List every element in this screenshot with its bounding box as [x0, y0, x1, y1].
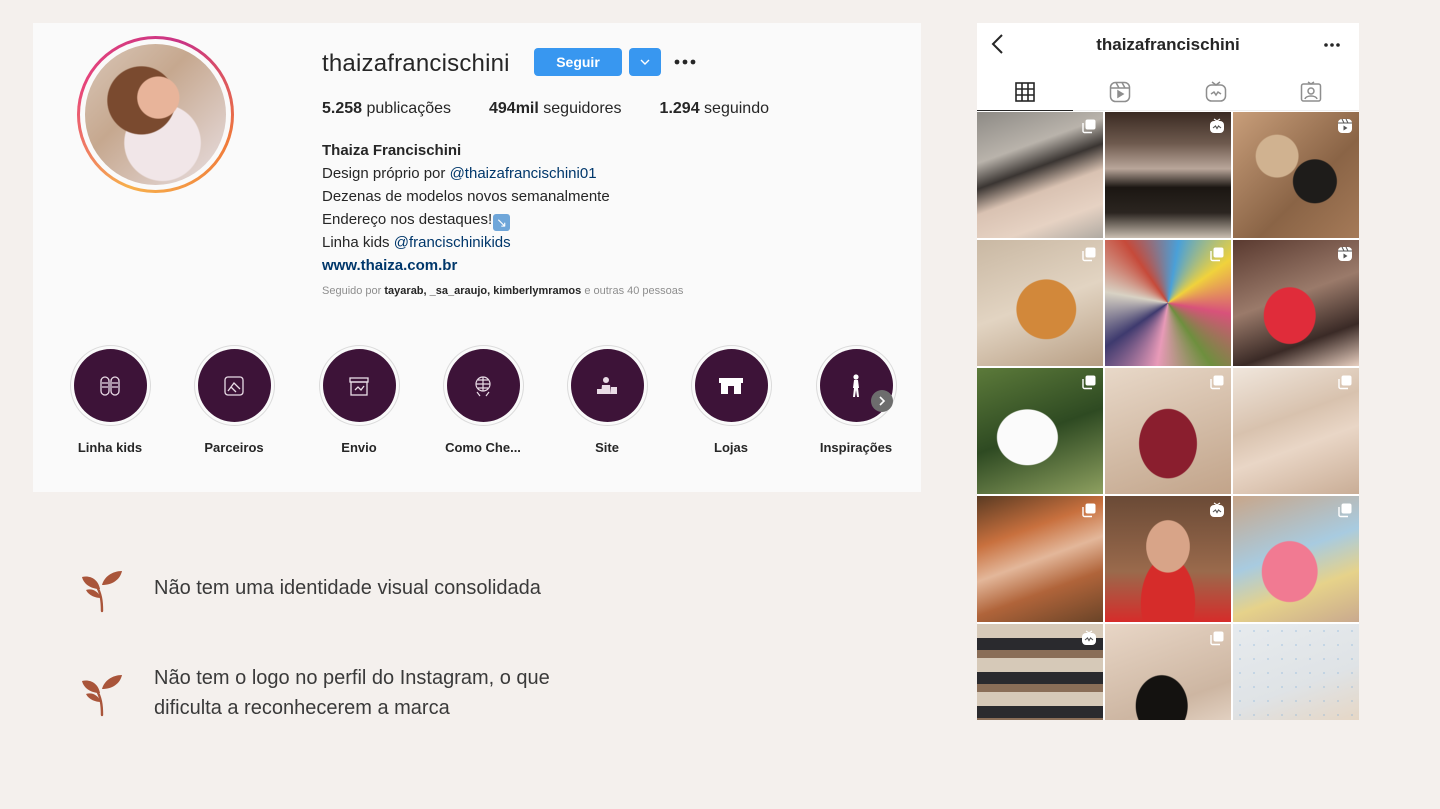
multiple-photos-icon [1209, 374, 1225, 390]
post-tile[interactable] [1233, 240, 1359, 366]
globe-icon [475, 375, 491, 396]
highlight-label: Linha kids [77, 440, 143, 455]
post-tile[interactable] [1105, 496, 1231, 622]
tab-tagged[interactable] [1263, 73, 1359, 111]
followed-by-text[interactable]: Seguido por tayarab, _sa_araujo, kimberl… [322, 285, 683, 297]
post-tile[interactable] [1233, 368, 1359, 494]
post-tile[interactable] [1233, 496, 1359, 622]
bio-line: Linha kids @francischinikids [322, 234, 511, 251]
ellipsis-icon[interactable] [1321, 35, 1343, 55]
bio-line: Endereço nos destaques! ↘ [322, 208, 610, 231]
post-tile[interactable] [977, 240, 1103, 366]
multiple-photos-icon [1209, 246, 1225, 262]
profile-avatar-story-ring[interactable] [77, 36, 234, 193]
highlight-label: Como Che... [445, 440, 521, 455]
suggested-accounts-button[interactable] [629, 48, 661, 76]
tab-reels[interactable] [1072, 73, 1168, 111]
shopper-icon [597, 376, 617, 394]
note-item: Não tem o logo no perfil do Instagram, o… [78, 667, 574, 723]
highlight-label: Parceiros [204, 440, 264, 455]
reels-icon [1110, 81, 1131, 102]
chevron-right-icon [879, 396, 886, 406]
igtv-icon [1081, 630, 1097, 646]
reels-icon [1337, 118, 1353, 134]
avatar [85, 44, 226, 185]
profile-bio: Thaiza Francischini Design próprio por @… [322, 139, 610, 277]
tab-posts[interactable] [977, 73, 1073, 111]
more-options-button[interactable] [673, 49, 697, 75]
sandals-icon [100, 375, 120, 396]
arrow-down-right-emoji-icon: ↘ [493, 214, 511, 231]
sprout-icon [82, 675, 122, 717]
multiple-photos-icon [1081, 502, 1097, 518]
highlight-site[interactable]: Site [557, 345, 657, 455]
highlight-linha-kids[interactable]: Linha kids [60, 345, 160, 455]
post-tile[interactable] [1233, 624, 1359, 720]
post-tile[interactable] [1105, 624, 1231, 720]
post-tile[interactable] [1233, 112, 1359, 238]
posts-grid [977, 112, 1359, 720]
multiple-photos-icon [1337, 502, 1353, 518]
tagged-icon [1301, 80, 1322, 102]
mention-link[interactable]: @francischinikids [394, 234, 511, 251]
multiple-photos-icon [1209, 630, 1225, 646]
following-count[interactable]: 1.294 seguindo [660, 100, 769, 118]
mobile-header: thaizafrancischini [977, 23, 1359, 67]
highlight-como-chegar[interactable]: Como Che... [433, 345, 533, 455]
note-item: Não tem uma identidade visual consolidad… [78, 565, 574, 613]
post-tile[interactable] [1105, 112, 1231, 238]
tab-igtv[interactable] [1168, 73, 1264, 111]
sprout-icon [82, 571, 122, 613]
post-tile[interactable] [977, 112, 1103, 238]
grid-icon [1014, 81, 1035, 102]
post-tile[interactable] [1105, 240, 1231, 366]
igtv-icon [1209, 118, 1225, 134]
multiple-photos-icon [1337, 374, 1353, 390]
post-tile[interactable] [977, 368, 1103, 494]
multiple-photos-icon [1081, 118, 1097, 134]
profile-username: thaizafrancischini [322, 50, 510, 77]
follow-button[interactable]: Seguir [534, 48, 622, 76]
bio-line: Design próprio por @thaizafrancischini01 [322, 165, 597, 182]
highlight-label: Lojas [714, 440, 748, 455]
highlight-lojas[interactable]: Lojas [681, 345, 781, 455]
ellipsis-icon [674, 59, 696, 65]
website-link[interactable]: www.thaiza.com.br [322, 257, 457, 274]
handshake-icon [224, 375, 244, 396]
highlights-next-button[interactable] [871, 390, 893, 412]
multiple-photos-icon [1081, 246, 1097, 262]
mention-link[interactable]: @thaizafrancischini01 [450, 165, 597, 182]
mobile-username: thaizafrancischini [1096, 35, 1240, 54]
posts-count: 5.258 publicações [322, 100, 451, 117]
highlight-label: Site [595, 440, 619, 455]
post-tile[interactable] [977, 496, 1103, 622]
highlight-label: Envio [341, 440, 377, 455]
instagram-mobile-profile: thaizafrancischini [977, 23, 1359, 720]
post-tile[interactable] [977, 624, 1103, 720]
igtv-icon [1209, 502, 1225, 518]
note-text: Não tem uma identidade visual consolidad… [154, 577, 541, 599]
profile-stats: 5.258 publicações 494mil seguidores 1.29… [322, 100, 807, 118]
highlight-label: Inspirações [819, 440, 893, 455]
woman-icon [853, 373, 859, 397]
reels-icon [1337, 246, 1353, 262]
highlight-parceiros[interactable]: Parceiros [184, 345, 284, 455]
post-tile[interactable] [1105, 368, 1231, 494]
igtv-icon [1205, 80, 1226, 102]
package-icon [349, 376, 369, 396]
bio-line: Dezenas de modelos novos semanalmente [322, 188, 610, 205]
mobile-tabs [977, 73, 1359, 111]
multiple-photos-icon [1081, 374, 1097, 390]
instagram-desktop-profile: thaizafrancischini Seguir 5.258 publicaç… [33, 23, 921, 492]
highlight-envio[interactable]: Envio [309, 345, 409, 455]
note-text: Não tem o logo no perfil do Instagram, o… [154, 667, 550, 719]
chevron-down-icon [640, 59, 650, 65]
back-arrow-icon[interactable] [987, 31, 1009, 57]
profile-full-name: Thaiza Francischini [322, 142, 462, 159]
store-icon [719, 377, 743, 394]
followers-count[interactable]: 494mil seguidores [489, 100, 622, 118]
